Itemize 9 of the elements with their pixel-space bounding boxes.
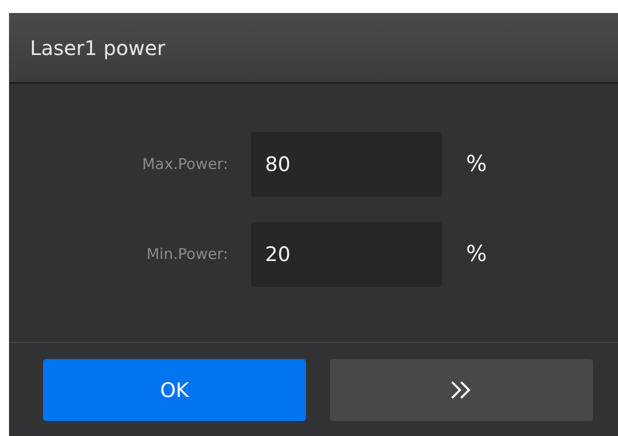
input-field[interactable]: 20 [251,222,442,286]
unit-label: % [466,152,487,176]
input-field[interactable]: 80 [251,132,442,196]
unit-label: % [466,242,487,266]
ok-button[interactable]: OK [43,358,306,420]
field-label: Min.Power: [145,245,229,263]
window-title: Laser1 power [30,36,166,60]
field-label: Max.Power: [141,155,229,173]
next-button[interactable] [330,358,593,420]
